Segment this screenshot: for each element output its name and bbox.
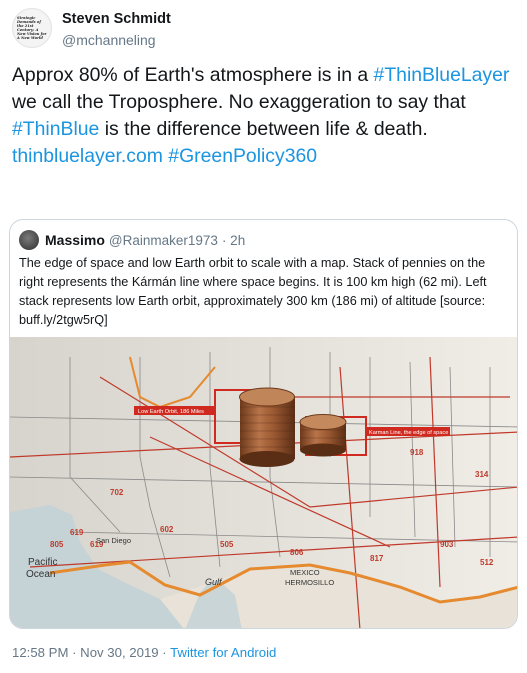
- author-display-name[interactable]: Steven Schmidt: [62, 10, 171, 28]
- svg-text:602: 602: [160, 525, 174, 534]
- tweet-text-part: Approx 80% of Earth's atmosphere is in a: [12, 64, 374, 86]
- author-handle[interactable]: @mchanneling: [62, 31, 171, 49]
- svg-text:805: 805: [50, 540, 64, 549]
- penny-stack-left: [239, 387, 295, 467]
- quoted-author-name: Massimo: [45, 232, 105, 248]
- svg-text:314: 314: [475, 470, 489, 479]
- author-names: Steven Schmidt @mchanneling: [62, 8, 171, 49]
- svg-text:918: 918: [410, 448, 424, 457]
- tweet-text: Approx 80% of Earth's atmosphere is in a…: [12, 62, 517, 170]
- low-earth-orbit-label: Low Earth Orbit, 186 Miles: [138, 409, 204, 415]
- hashtag-greenpolicy360[interactable]: #GreenPolicy360: [168, 145, 317, 167]
- quoted-tweet-text: The edge of space and low Earth orbit to…: [19, 256, 487, 327]
- svg-text:505: 505: [220, 540, 234, 549]
- author-avatar[interactable]: Strategic Demands of the 21st Century: A…: [12, 8, 52, 48]
- city-label-mexico: MEXICO: [290, 568, 320, 577]
- svg-text:903: 903: [440, 540, 454, 549]
- hashtag-thinbluelayer[interactable]: #ThinBlueLayer: [374, 64, 510, 86]
- tweet-text-part: is the difference between life & death.: [99, 118, 428, 140]
- svg-text:619: 619: [70, 528, 84, 537]
- city-label-san-diego: San Diego: [96, 536, 131, 545]
- avatar-logo-text: Strategic Demands of the 21st Century: A…: [17, 16, 47, 40]
- karman-line-label: Karman Line, the edge of space: [369, 430, 448, 436]
- tweet-header: Strategic Demands of the 21st Century: A…: [12, 8, 171, 48]
- tweet-source-app[interactable]: Twitter for Android: [170, 645, 276, 660]
- quoted-author-handle: @Rainmaker1973: [108, 232, 218, 248]
- tweet-footer: 12:58 PM · Nov 30, 2019 · Twitter for An…: [12, 645, 276, 660]
- tweet-link[interactable]: thinbluelayer.com: [12, 145, 163, 167]
- hashtag-thinblue[interactable]: #ThinBlue: [12, 118, 99, 140]
- quoted-tweet[interactable]: Massimo @Rainmaker1973 · 2h The edge of …: [9, 219, 518, 629]
- quoted-tweet-header: Massimo @Rainmaker1973 · 2h: [19, 230, 245, 250]
- svg-text:702: 702: [110, 488, 124, 497]
- ocean-label-2: Ocean: [26, 569, 55, 580]
- svg-text:806: 806: [290, 548, 304, 557]
- quoted-tweet-image[interactable]: 702602505 806817903 512619805 619918314 …: [10, 337, 518, 629]
- tweet-text-part: we call the Troposphere. No exaggeration…: [12, 91, 466, 113]
- quoted-author-avatar: [19, 230, 39, 250]
- quoted-tweet-time: · 2h: [221, 232, 246, 248]
- ocean-label-1: Pacific: [28, 557, 57, 568]
- city-label-hermosillo: HERMOSILLO: [285, 578, 334, 587]
- svg-text:512: 512: [480, 558, 494, 567]
- svg-text:817: 817: [370, 554, 384, 563]
- gulf-label: Gulf: [205, 577, 223, 587]
- tweet-timestamp[interactable]: 12:58 PM · Nov 30, 2019 ·: [12, 645, 170, 660]
- penny-stack-right: [299, 414, 347, 457]
